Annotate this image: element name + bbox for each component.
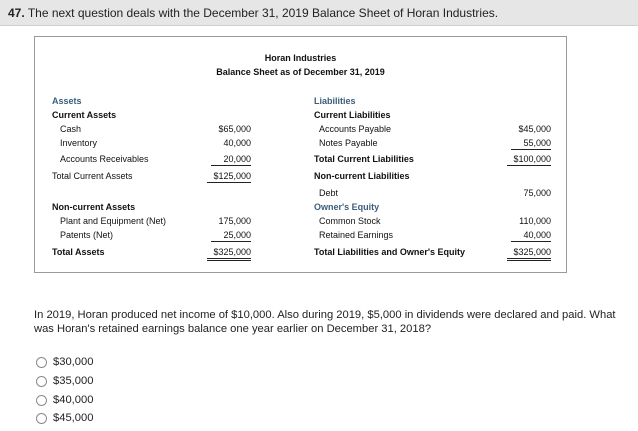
noncurrent-assets-heading: Non-current Assets: [52, 202, 136, 212]
current-assets-heading: Current Assets: [52, 110, 117, 120]
question-prompt: The next question deals with the Decembe…: [27, 6, 499, 20]
debt-label: Debt: [319, 188, 339, 198]
retained-earnings-label: Retained Earnings: [319, 230, 394, 240]
answer-option-a[interactable]: $30,000: [36, 356, 93, 368]
common-stock-value: 110,000: [519, 216, 551, 226]
answer-option-b[interactable]: $35,000: [36, 375, 93, 387]
liabilities-heading: Liabilities: [314, 96, 356, 106]
np-label: Notes Payable: [319, 138, 378, 148]
inventory-label: Inventory: [60, 138, 98, 148]
question-header: 47. The next question deals with the Dec…: [8, 6, 498, 20]
question-body: In 2019, Horan produced net income of $1…: [34, 309, 616, 335]
ap-label: Accounts Payable: [319, 124, 392, 134]
radio-button[interactable]: [36, 394, 47, 406]
option-label: $45,000: [53, 412, 94, 424]
current-liabilities-heading: Current Liabilities: [314, 110, 391, 120]
total-liabilities-equity-label: Total Liabilities and Owner's Equity: [314, 247, 465, 257]
ar-value: 20,000: [211, 154, 251, 166]
noncurrent-liabilities-heading: Non-current Liabilities: [314, 171, 410, 181]
radio-button[interactable]: [36, 412, 47, 424]
debt-value: 75,000: [523, 188, 551, 198]
sheet-subtitle: Balance Sheet as of December 31, 2019: [216, 67, 385, 77]
np-value: 55,000: [511, 138, 551, 150]
ap-value: $45,000: [518, 124, 551, 134]
ar-label: Accounts Receivables: [60, 154, 149, 164]
radio-button[interactable]: [36, 356, 47, 368]
question-number: 47.: [8, 6, 25, 20]
answer-option-d[interactable]: $45,000: [36, 412, 93, 424]
balance-sheet-image: Horan Industries Balance Sheet as of Dec…: [34, 36, 567, 273]
ppe-label: Plant and Equipment (Net): [60, 216, 167, 226]
option-label: $35,000: [53, 375, 94, 387]
company-name: Horan Industries: [264, 53, 337, 63]
assets-heading: Assets: [52, 96, 82, 106]
inventory-value: 40,000: [223, 138, 251, 148]
answer-option-c[interactable]: $40,000: [36, 394, 93, 406]
patents-value: 25,000: [211, 230, 251, 242]
cash-label: Cash: [60, 124, 82, 134]
question-header-bar: 47. The next question deals with the Dec…: [0, 0, 638, 26]
owners-equity-heading: Owner's Equity: [314, 202, 380, 212]
option-label: $40,000: [53, 394, 94, 406]
radio-button[interactable]: [36, 375, 47, 387]
ppe-value: 175,000: [218, 216, 251, 226]
retained-earnings-value: 40,000: [511, 230, 551, 242]
common-stock-label: Common Stock: [319, 216, 381, 226]
option-label: $30,000: [53, 356, 94, 368]
total-current-assets-value: $125,000: [207, 171, 251, 183]
total-current-liabilities-label: Total Current Liabilities: [314, 154, 414, 164]
total-current-assets-label: Total Current Assets: [52, 171, 133, 181]
total-liabilities-equity-value: $325,000: [507, 247, 551, 261]
total-current-liabilities-value: $100,000: [507, 154, 551, 166]
total-assets-value: $325,000: [207, 247, 251, 261]
patents-label: Patents (Net): [60, 230, 114, 240]
cash-value: $65,000: [218, 124, 251, 134]
total-assets-label: Total Assets: [52, 247, 105, 257]
